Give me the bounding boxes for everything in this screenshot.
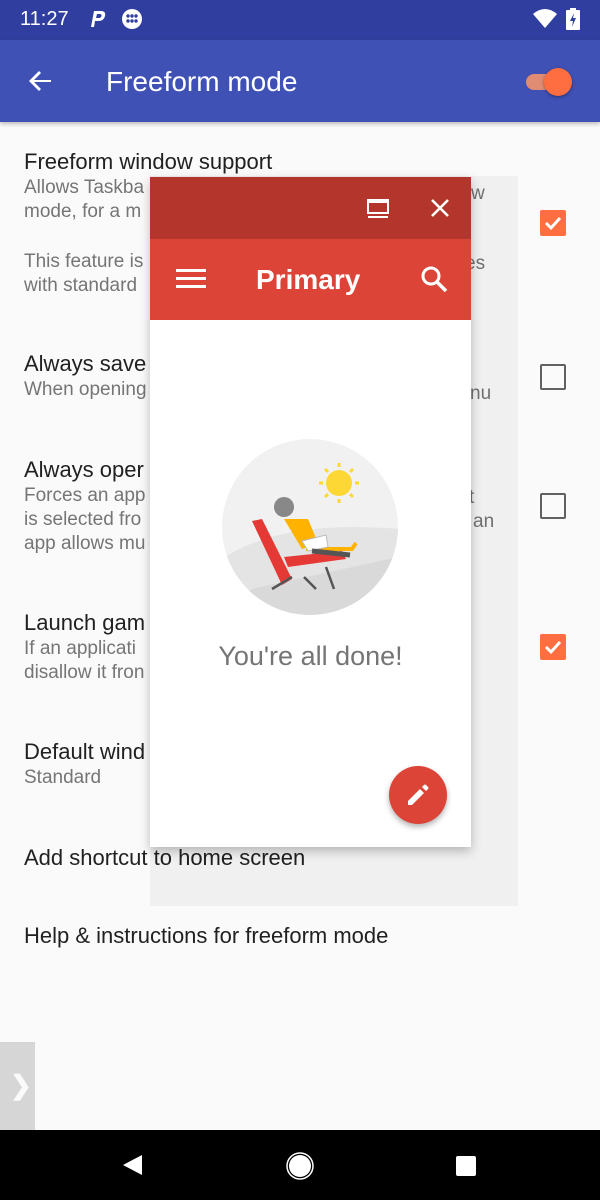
- arrow-back-icon[interactable]: [27, 67, 55, 95]
- checkmark-icon: [544, 640, 562, 655]
- checkbox-always-open[interactable]: [540, 493, 566, 519]
- search-icon[interactable]: [420, 265, 448, 293]
- pencil-icon: [408, 784, 429, 805]
- mailbox-title: Primary: [256, 264, 361, 295]
- freeform-window[interactable]: Primary You're all done!: [150, 177, 471, 847]
- status-bar: 11:27: [0, 0, 600, 40]
- gmail-toolbar: Primary: [150, 239, 471, 320]
- status-time: 11:27: [20, 8, 69, 30]
- close-icon[interactable]: [428, 196, 452, 220]
- checkbox-freeform-window-support[interactable]: [540, 210, 566, 236]
- menu-icon[interactable]: [176, 267, 206, 291]
- battery-icon: [566, 8, 580, 30]
- app-bar: Freeform mode: [0, 40, 600, 122]
- pref-title: Help & instructions for freeform mode: [24, 923, 389, 948]
- chevron-right-icon: ❯: [10, 1070, 32, 1100]
- page-title: Freeform mode: [106, 66, 298, 97]
- checkbox-always-save[interactable]: [540, 364, 566, 390]
- pref-title: Freeform window support: [24, 149, 273, 174]
- dots-icon: [122, 9, 142, 29]
- taskbar-side-handle[interactable]: ❯: [0, 1042, 35, 1130]
- window-caption-bar[interactable]: [150, 177, 471, 239]
- nav-back-icon[interactable]: [120, 1152, 146, 1178]
- compose-button[interactable]: [389, 766, 447, 824]
- empty-inbox-message: You're all done!: [218, 641, 403, 671]
- beach-chair-illustration: [222, 439, 398, 615]
- p-icon: [91, 11, 106, 27]
- toggle-thumb: [544, 68, 572, 96]
- nav-recents-icon[interactable]: [455, 1155, 477, 1177]
- system-nav-bar: [0, 1130, 600, 1200]
- maximize-icon[interactable]: [366, 197, 390, 219]
- checkmark-icon: [544, 216, 562, 231]
- freeform-master-toggle[interactable]: [522, 68, 574, 96]
- pref-help-instructions[interactable]: Help & instructions for freeform mode: [24, 922, 514, 950]
- wifi-icon: [533, 9, 557, 28]
- nav-home-icon[interactable]: [286, 1152, 314, 1180]
- checkbox-launch-games[interactable]: [540, 634, 566, 660]
